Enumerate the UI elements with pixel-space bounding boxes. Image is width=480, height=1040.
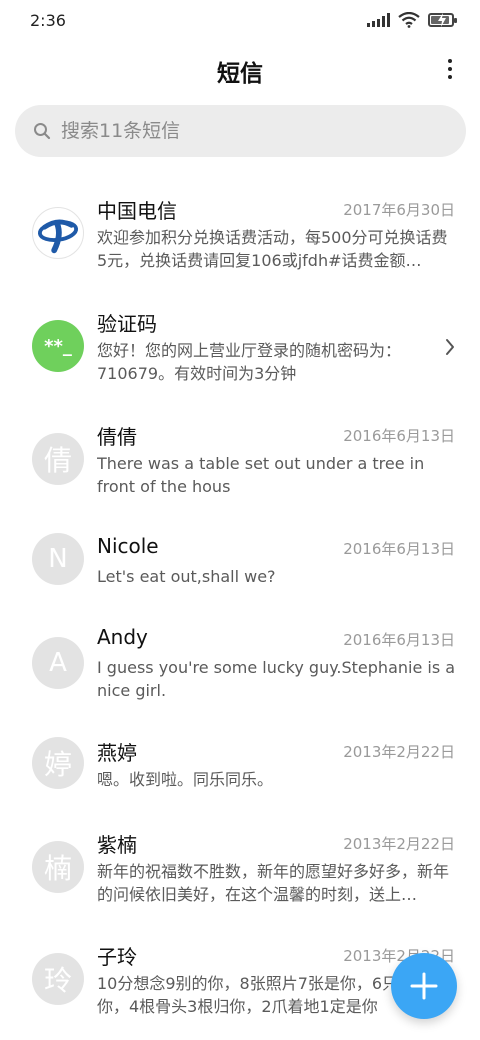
conversation-date: 2013年2月22日 [343, 835, 455, 853]
conversation-avatar: 玲 [32, 953, 84, 1005]
plus-icon [410, 972, 438, 1000]
status-icons [367, 12, 457, 28]
conversation-item[interactable]: A Andy 2016年6月13日 I guess you're some lu… [0, 600, 480, 713]
conversation-item-china-telecom[interactable]: 中国电信 2017年6月30日 欢迎参加积分兑换话费活动，每500分可兑换话费5… [0, 170, 480, 283]
conversation-date: 2016年6月13日 [343, 540, 455, 558]
conversation-preview: I guess you're some lucky guy.Stephanie … [97, 658, 456, 700]
page-title: 短信 [217, 61, 263, 87]
conversation-sender: 子玲 [97, 945, 137, 969]
conversation-item[interactable]: 倩 倩倩 2016年6月13日 There was a table set ou… [0, 396, 480, 509]
conversation-sender: 中国电信 [97, 199, 177, 223]
wifi-icon [398, 12, 420, 28]
conversation-date: 2013年2月22日 [343, 743, 455, 761]
conversation-preview: Let's eat out,shall we? [97, 567, 276, 586]
conversation-preview: 您好！您的网上营业厅登录的随机密码为：710679。有效时间为3分钟 [97, 341, 402, 383]
conversation-sender: 倩倩 [97, 425, 137, 449]
china-telecom-logo-icon [32, 207, 84, 259]
conversation-avatar: A [32, 637, 84, 689]
conversation-avatar: 楠 [32, 841, 84, 893]
conversation-date: 2016年6月13日 [343, 427, 455, 445]
conversation-avatar: N [32, 533, 84, 585]
conversation-sender: Andy [97, 625, 148, 649]
app-header: 短信 [0, 42, 480, 100]
conversation-sender: 紫楠 [97, 833, 137, 857]
conversation-item-verification-code[interactable]: **_ 验证码 您好！您的网上营业厅登录的随机密码为：710679。有效时间为3… [0, 283, 480, 396]
conversation-date: 2016年6月13日 [343, 631, 455, 649]
conversation-avatar: **_ [32, 320, 84, 372]
conversation-preview: 新年的祝福数不胜数，新年的愿望好多好多，新年的问候依旧美好，在这个温馨的时刻，送… [97, 862, 450, 904]
messages-screen: 2:36 短信 搜索11条短信 中国电信 2017年6月30日 欢迎参加积分兑换… [0, 0, 480, 1040]
signal-icon [367, 13, 390, 27]
conversation-item[interactable]: 楠 紫楠 2013年2月22日 新年的祝福数不胜数，新年的愿望好多好多，新年的问… [0, 804, 480, 917]
conversation-preview: 欢迎参加积分兑换话费活动，每500分可兑换话费5元，兑换话费请回复106或jfd… [97, 228, 448, 270]
search-bar[interactable] [15, 105, 466, 157]
conversation-date: 2017年6月30日 [343, 201, 455, 219]
conversation-sender: Nicole [97, 534, 159, 558]
conversation-preview: 嗯。收到啦。同乐同乐。 [97, 770, 274, 789]
conversation-avatar: 婷 [32, 737, 84, 789]
more-options-icon[interactable] [444, 56, 456, 82]
chevron-right-icon [446, 339, 454, 355]
new-message-button[interactable] [391, 953, 457, 1019]
status-bar: 2:36 [0, 0, 480, 42]
search-icon [34, 123, 51, 140]
status-time: 2:36 [30, 11, 66, 30]
conversation-sender: 验证码 [97, 312, 157, 336]
conversation-preview: There was a table set out under a tree i… [97, 454, 425, 496]
battery-icon [428, 13, 457, 27]
conversation-sender: 燕婷 [97, 741, 137, 765]
search-input[interactable] [61, 120, 421, 142]
conversation-avatar: 倩 [32, 433, 84, 485]
